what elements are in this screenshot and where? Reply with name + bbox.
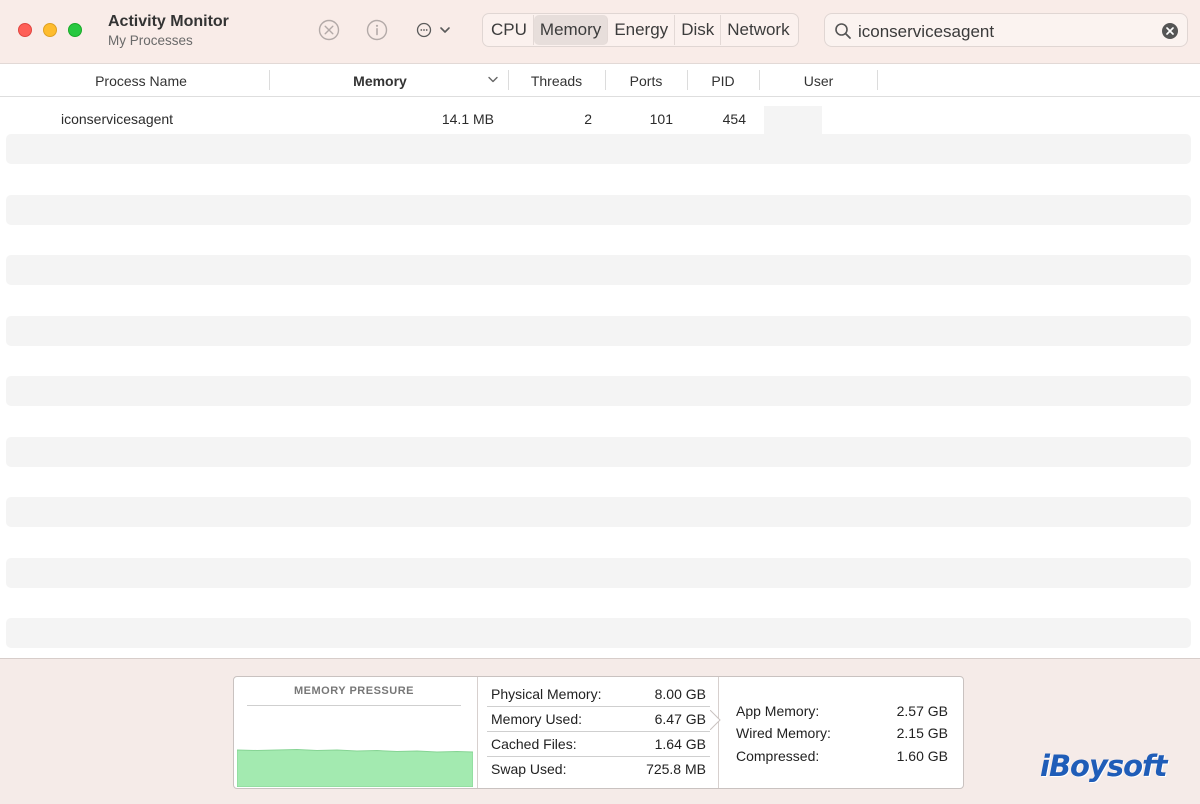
clear-search-icon[interactable] xyxy=(1161,22,1179,45)
app-memory-label: App Memory: xyxy=(736,703,820,719)
search-icon xyxy=(834,22,852,45)
process-name-cell: iconservicesagent xyxy=(61,111,174,127)
tab-energy[interactable]: Energy xyxy=(608,15,676,45)
compressed-label: Compressed: xyxy=(736,748,820,764)
close-window-button[interactable] xyxy=(18,23,32,37)
table-row[interactable]: iconservicesagent 14.1 MB 2 101 454 xyxy=(0,104,1200,134)
physical-memory-value: 8.00 GB xyxy=(654,686,706,702)
column-threads[interactable]: Threads xyxy=(508,64,605,97)
empty-row-stripe xyxy=(6,437,1191,467)
tab-disk[interactable]: Disk xyxy=(675,15,722,45)
column-memory[interactable]: Memory xyxy=(270,64,490,97)
column-process-name[interactable]: Process Name xyxy=(0,64,282,97)
column-pid[interactable]: PID xyxy=(687,64,759,97)
wired-memory-label: Wired Memory: xyxy=(736,725,831,741)
app-memory-value: 2.57 GB xyxy=(896,703,948,719)
app-memory-row: App Memory: 2.57 GB xyxy=(736,703,948,725)
iboysoft-watermark-logo: iBoysoft xyxy=(1040,749,1168,783)
memory-stats-table: Physical Memory: 8.00 GB Memory Used: 6.… xyxy=(479,677,719,788)
cached-files-label: Cached Files: xyxy=(491,736,577,752)
toolbar: Activity Monitor My Processes CPU Memory… xyxy=(0,0,1200,64)
compressed-value: 1.60 GB xyxy=(896,748,948,764)
ellipsis-menu-icon[interactable] xyxy=(414,19,454,41)
minimize-window-button[interactable] xyxy=(43,23,57,37)
tab-memory[interactable]: Memory xyxy=(533,15,609,45)
threads-cell: 2 xyxy=(584,111,592,127)
empty-row-stripe xyxy=(6,134,1191,164)
view-tabs: CPU Memory Energy Disk Network xyxy=(482,13,799,47)
stop-process-icon[interactable] xyxy=(318,19,340,41)
info-icon[interactable] xyxy=(366,19,388,41)
cached-files-row: Cached Files: 1.64 GB xyxy=(487,732,710,757)
swap-used-value: 725.8 MB xyxy=(646,761,706,777)
user-cell xyxy=(764,106,822,134)
physical-memory-row: Physical Memory: 8.00 GB xyxy=(487,682,710,707)
memory-used-row: Memory Used: 6.47 GB xyxy=(487,707,710,732)
wired-memory-value: 2.15 GB xyxy=(896,725,948,741)
memory-pressure-graph xyxy=(237,748,473,787)
memory-pressure-title: MEMORY PRESSURE xyxy=(294,685,414,697)
zoom-window-button[interactable] xyxy=(68,23,82,37)
memory-used-value: 6.47 GB xyxy=(654,711,706,727)
empty-row-stripe xyxy=(6,195,1191,225)
sort-descending-icon[interactable] xyxy=(488,76,498,84)
empty-row-stripe xyxy=(6,497,1191,527)
empty-row-stripe xyxy=(6,376,1191,406)
table-header: Process Name Memory Threads Ports PID Us… xyxy=(0,64,1200,97)
column-user[interactable]: User xyxy=(759,64,878,97)
tab-cpu[interactable]: CPU xyxy=(485,15,534,45)
wired-memory-row: Wired Memory: 2.15 GB xyxy=(736,725,948,747)
divider xyxy=(247,705,461,706)
physical-memory-label: Physical Memory: xyxy=(491,686,602,702)
ports-cell: 101 xyxy=(649,111,673,127)
memory-summary-panel: MEMORY PRESSURE Physical Memory: 8.00 GB… xyxy=(0,658,1200,804)
swap-used-row: Swap Used: 725.8 MB xyxy=(487,757,710,782)
empty-row-stripe xyxy=(6,316,1191,346)
empty-row-stripe xyxy=(6,618,1191,648)
tab-network[interactable]: Network xyxy=(721,15,795,45)
memory-stats-box: MEMORY PRESSURE Physical Memory: 8.00 GB… xyxy=(233,676,964,789)
compressed-row: Compressed: 1.60 GB xyxy=(736,748,948,770)
cached-files-value: 1.64 GB xyxy=(654,736,706,752)
memory-used-label: Memory Used: xyxy=(491,711,583,727)
app-title: Activity Monitor xyxy=(108,13,229,30)
pid-cell: 454 xyxy=(722,111,746,127)
memory-pressure-section: MEMORY PRESSURE xyxy=(234,677,478,788)
memory-cell: 14.1 MB xyxy=(441,111,494,127)
empty-row-stripe xyxy=(6,255,1191,285)
memory-breakdown-section: App Memory: 2.57 GB Wired Memory: 2.15 G… xyxy=(720,677,964,788)
search-input[interactable]: iconservicesagent xyxy=(858,22,994,42)
column-ports[interactable]: Ports xyxy=(605,64,687,97)
swap-used-label: Swap Used: xyxy=(491,761,567,777)
view-subtitle: My Processes xyxy=(108,33,193,48)
search-field[interactable]: iconservicesagent xyxy=(824,13,1188,47)
empty-row-stripe xyxy=(6,558,1191,588)
